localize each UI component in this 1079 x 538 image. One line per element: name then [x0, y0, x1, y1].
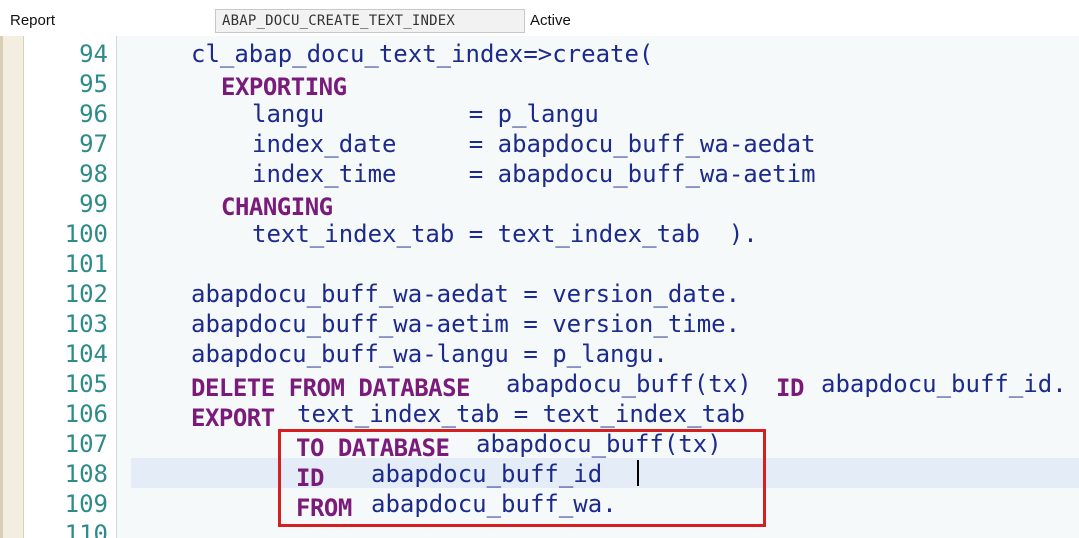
line-number: 95: [79, 70, 108, 98]
line-number: 101: [64, 250, 108, 278]
line-number: 94: [79, 40, 108, 68]
line-number: 102: [64, 280, 108, 308]
keyword-changing[interactable]: CHANGING: [221, 193, 333, 223]
highlight-box: [278, 429, 766, 527]
line-number: 107: [64, 430, 108, 458]
code-line-105-target[interactable]: abapdocu_buff(tx): [506, 370, 752, 400]
object-name-field[interactable]: ABAP_DOCU_CREATE_TEXT_INDEX: [215, 9, 525, 33]
code-editor[interactable]: 94 95 96 97 98 99 100 101 102 103 104 10…: [0, 36, 1079, 538]
line-number: 100: [64, 220, 108, 248]
line-number-gutter: 94 95 96 97 98 99 100 101 102 103 104 10…: [24, 36, 117, 538]
code-line-94[interactable]: cl_abap_docu_text_index=>create(: [191, 40, 653, 70]
keyword-exporting[interactable]: EXPORTING: [221, 73, 347, 103]
line-number: 103: [64, 310, 108, 338]
keyword-id[interactable]: ID: [776, 374, 804, 404]
line-number: 104: [64, 340, 108, 368]
keyword-export[interactable]: EXPORT: [191, 404, 275, 434]
code-line-106[interactable]: text_index_tab = text_index_tab: [297, 400, 745, 430]
code-line-105-id[interactable]: abapdocu_buff_id.: [821, 370, 1067, 400]
breakpoint-gutter[interactable]: [0, 36, 24, 538]
line-number: 108: [64, 460, 108, 488]
code-line-100[interactable]: text_index_tab = text_index_tab ).: [252, 220, 758, 250]
line-number: 110: [64, 520, 108, 538]
code-line-102[interactable]: abapdocu_buff_wa-aedat = version_date.: [191, 280, 740, 310]
line-number: 109: [64, 490, 108, 518]
line-number: 99: [79, 190, 108, 218]
code-line-97[interactable]: index_date = abapdocu_buff_wa-aedat: [252, 130, 816, 160]
editor-header: Report ABAP_DOCU_CREATE_TEXT_INDEX Activ…: [0, 0, 1079, 36]
line-number: 96: [79, 100, 108, 128]
code-line-104[interactable]: abapdocu_buff_wa-langu = p_langu.: [191, 340, 668, 370]
line-number: 106: [64, 400, 108, 428]
code-line-96[interactable]: langu = p_langu: [252, 100, 599, 130]
line-number: 97: [79, 130, 108, 158]
object-type-label: Report: [10, 12, 56, 29]
object-status-label: Active: [530, 12, 571, 29]
line-number: 105: [64, 370, 108, 398]
line-number: 98: [79, 160, 108, 188]
code-line-103[interactable]: abapdocu_buff_wa-aetim = version_time.: [191, 310, 740, 340]
code-line-98[interactable]: index_time = abapdocu_buff_wa-aetim: [252, 160, 816, 190]
